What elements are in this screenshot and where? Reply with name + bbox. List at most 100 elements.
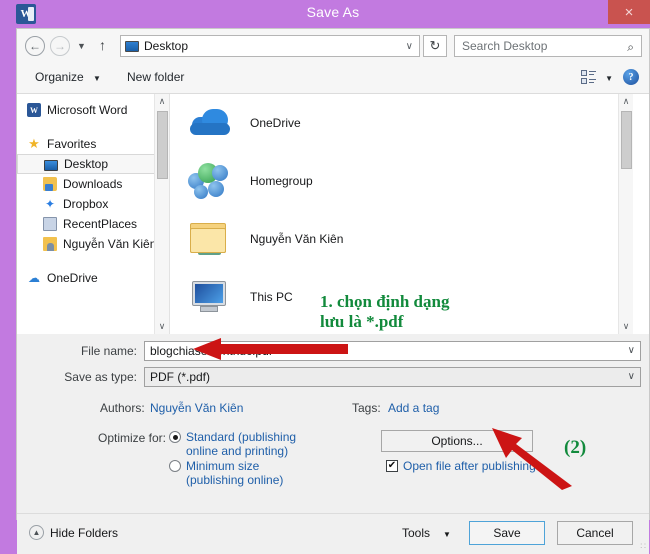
chevron-down-icon[interactable]: ∨ [628, 371, 635, 382]
save-as-dialog: W Save As × ← → ▼ ↑ Desktop ∨ ↻ Search D… [0, 0, 650, 527]
chevron-up-icon: ▲ [29, 525, 44, 540]
authors-value[interactable]: Nguyễn Văn Kiên [150, 401, 243, 415]
onedrive-cloud-icon [188, 101, 236, 145]
filetype-value: PDF (*.pdf) [150, 370, 210, 384]
homegroup-icon [188, 159, 236, 203]
filename-input[interactable]: blogchiasekienthuc.pdf ∨ [144, 341, 641, 361]
optimize-for-label: Optimize for: [98, 431, 166, 445]
view-icon-line-3 [589, 79, 596, 80]
authors-label: Authors: [100, 401, 145, 415]
cancel-button[interactable]: Cancel [557, 521, 633, 545]
resize-grip-icon[interactable]: ∷ [640, 541, 646, 552]
recent-locations-caret-icon[interactable]: ▼ [77, 41, 86, 51]
toolbar: Organize ▼ New folder ▼ ? [17, 63, 649, 94]
sidebar-item-label: OneDrive [47, 271, 98, 285]
user-folder-icon [188, 217, 236, 261]
sidebar-item-label: Downloads [63, 177, 122, 191]
sidebar-spacer [17, 254, 169, 268]
sidebar-item-desktop[interactable]: Desktop [17, 154, 169, 174]
help-icon[interactable]: ? [623, 69, 639, 85]
scroll-up-icon[interactable]: ∧ [619, 94, 633, 109]
back-icon[interactable]: ← [25, 36, 45, 56]
navigation-scrollbar[interactable]: ∧ ∨ [154, 94, 169, 334]
tags-value[interactable]: Add a tag [388, 401, 439, 415]
title-bar: W Save As × [8, 0, 650, 28]
hide-folders-label: Hide Folders [50, 526, 118, 540]
dropbox-icon: ✦ [43, 197, 57, 211]
view-icon-line-2 [589, 74, 594, 75]
forward-icon[interactable]: → [50, 36, 70, 56]
sidebar-item-label: RecentPlaces [63, 217, 137, 231]
close-button[interactable]: × [608, 0, 650, 24]
open-after-publishing-label[interactable]: Open file after publishing [403, 459, 536, 473]
list-item[interactable]: Nguyễn Văn Kiên [170, 210, 633, 268]
view-chevron-down-icon[interactable]: ▼ [605, 74, 613, 83]
sidebar-item-downloads[interactable]: Downloads [17, 174, 169, 194]
radio-minimum-size[interactable] [169, 460, 181, 472]
radio-minimum-size-label[interactable]: Minimum size (publishing online) [186, 459, 283, 487]
list-item[interactable]: OneDrive [170, 94, 633, 152]
filename-value: blogchiasekienthuc.pdf [150, 344, 272, 358]
new-folder-button[interactable]: New folder [127, 70, 184, 84]
view-icon-line-4 [589, 82, 594, 83]
star-icon: ★ [27, 137, 41, 151]
list-item[interactable]: Homegroup [170, 152, 633, 210]
sidebar-item-dropbox[interactable]: ✦ Dropbox [17, 194, 169, 214]
filetype-select[interactable]: PDF (*.pdf) ∨ [144, 367, 641, 387]
search-input[interactable]: Search Desktop ⌕ [454, 35, 642, 57]
sidebar-item-microsoft-word[interactable]: W Microsoft Word [17, 100, 169, 120]
open-after-publishing-checkbox[interactable]: ✔ [386, 460, 398, 472]
options-button[interactable]: Options... [381, 430, 533, 452]
desktop-icon [125, 41, 139, 52]
radio-standard-label[interactable]: Standard (publishing online and printing… [186, 430, 296, 458]
hide-folders-button[interactable]: ▲ Hide Folders [29, 525, 118, 540]
address-bar: ← → ▼ ↑ Desktop ∨ ↻ Search Desktop ⌕ [17, 29, 649, 63]
view-icon-block-1 [581, 70, 587, 76]
sidebar-item-label: Nguyễn Văn Kiên [63, 237, 156, 251]
organize-button[interactable]: Organize [35, 70, 84, 84]
sidebar-item-onedrive[interactable]: ☁ OneDrive [17, 268, 169, 288]
address-path-box[interactable]: Desktop ∨ [120, 35, 420, 57]
view-icon-block-2 [581, 78, 587, 84]
sidebar-item-recent-places[interactable]: RecentPlaces [17, 214, 169, 234]
file-list-scrollbar[interactable]: ∧ ∨ [618, 94, 633, 334]
scroll-down-icon[interactable]: ∨ [155, 319, 169, 334]
chevron-down-icon[interactable]: ∨ [628, 345, 635, 356]
desktop-icon [44, 160, 58, 171]
sidebar-spacer [17, 120, 169, 134]
sidebar-item-label: Dropbox [63, 197, 108, 211]
list-item-label: OneDrive [250, 116, 301, 130]
radio-standard[interactable] [169, 431, 181, 443]
tools-button[interactable]: Tools [402, 526, 430, 540]
filename-label: File name: [47, 344, 137, 358]
downloads-folder-icon [43, 177, 57, 191]
view-icon-line-1 [589, 71, 596, 72]
onedrive-icon: ☁ [27, 271, 41, 285]
tools-chevron-down-icon[interactable]: ▼ [443, 530, 451, 539]
scroll-up-icon[interactable]: ∧ [155, 94, 169, 109]
scrollbar-thumb[interactable] [157, 111, 168, 179]
search-icon[interactable]: ⌕ [627, 40, 634, 55]
annotation-note-2: (2) [564, 438, 586, 458]
list-item-label: Homegroup [250, 174, 313, 188]
sidebar-item-label: Desktop [64, 157, 108, 171]
list-item-label: This PC [250, 290, 293, 304]
scroll-down-icon[interactable]: ∨ [619, 319, 633, 334]
sidebar-item-favorites[interactable]: ★ Favorites [17, 134, 169, 154]
change-view-icon[interactable] [581, 70, 597, 85]
up-level-icon[interactable]: ↑ [99, 37, 106, 53]
recent-places-icon [43, 217, 57, 231]
annotation-note-1: 1. chọn định dạng lưu là *.pdf [320, 292, 449, 332]
refresh-icon[interactable]: ↻ [423, 35, 447, 57]
chevron-down-icon[interactable]: ∨ [406, 41, 413, 52]
user-folder-icon [43, 237, 57, 251]
scrollbar-thumb[interactable] [621, 111, 632, 169]
save-button[interactable]: Save [469, 521, 545, 545]
navigation-pane: W Microsoft Word ★ Favorites Desktop Dow… [17, 94, 170, 334]
search-placeholder: Search Desktop [462, 39, 547, 53]
save-form: File name: blogchiasekienthuc.pdf ∨ Save… [17, 335, 649, 513]
sidebar-item-label: Microsoft Word [47, 103, 127, 117]
dialog-footer: ▲ Hide Folders Tools ▼ Save Cancel ∷ [17, 513, 649, 554]
organize-chevron-down-icon[interactable]: ▼ [93, 74, 101, 83]
sidebar-item-user-folder[interactable]: Nguyễn Văn Kiên [17, 234, 169, 254]
